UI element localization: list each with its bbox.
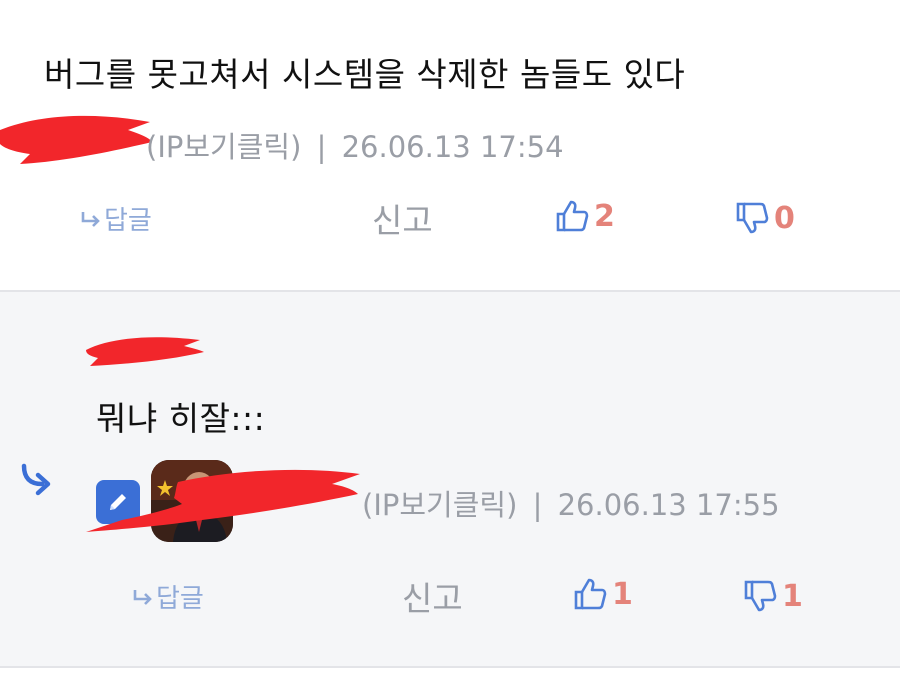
report-button[interactable]: 신고 (402, 572, 463, 620)
ip-view-link[interactable]: (IP보기클릭) (362, 488, 517, 522)
redacted-author (86, 337, 204, 366)
downvote-button[interactable]: 0 (734, 200, 795, 236)
meta-separator: | (532, 488, 543, 522)
comment-actions: 답글 신고 1 1 (0, 562, 900, 622)
thumbs-up-icon (574, 578, 607, 610)
redacted-author (0, 115, 152, 164)
reply-label: 답글 (104, 206, 152, 236)
nested-reply-arrow-icon (21, 463, 51, 496)
timestamp: 26.06.13 17:55 (557, 488, 780, 522)
downvote-count: 1 (782, 578, 803, 614)
comment-divider (0, 666, 900, 668)
reply-comment-item: 뭐냐 히잘::: (IP보기클릭) | 26.06.13 17:55 답글 신고… (0, 292, 900, 666)
reply-arrow-icon (133, 589, 152, 605)
thumbs-down-icon (744, 580, 777, 612)
comment-actions: 답글 신고 2 0 (0, 186, 900, 246)
reply-arrow-icon (81, 211, 100, 227)
downvote-count: 0 (774, 200, 795, 236)
upvote-button[interactable]: 1 (572, 576, 633, 612)
upvote-count: 2 (594, 198, 615, 234)
comment-text: 뭐냐 히잘::: (96, 399, 266, 438)
redacted-author (86, 469, 360, 532)
downvote-button[interactable]: 1 (742, 578, 803, 614)
report-button[interactable]: 신고 (372, 194, 433, 242)
reply-button[interactable]: 답글 (80, 200, 152, 237)
thumbs-up-icon (556, 200, 589, 232)
timestamp: 26.06.13 17:54 (341, 130, 564, 164)
ip-view-link[interactable]: (IP보기클릭) (146, 130, 301, 164)
thumbs-down-icon (736, 202, 769, 234)
reply-button[interactable]: 답글 (132, 578, 204, 615)
meta-separator: | (316, 130, 327, 164)
comment-meta: (IP보기클릭) | 26.06.13 17:54 (146, 124, 564, 166)
comment-text: 버그를 못고쳐서 시스템을 삭제한 놈들도 있다 (44, 55, 686, 94)
comment-meta: (IP보기클릭) | 26.06.13 17:55 (362, 482, 780, 524)
comment-item: 버그를 못고쳐서 시스템을 삭제한 놈들도 있다 (IP보기클릭) | 26.0… (0, 0, 900, 290)
reply-label: 답글 (156, 584, 204, 614)
upvote-count: 1 (612, 576, 633, 612)
upvote-button[interactable]: 2 (554, 198, 615, 234)
